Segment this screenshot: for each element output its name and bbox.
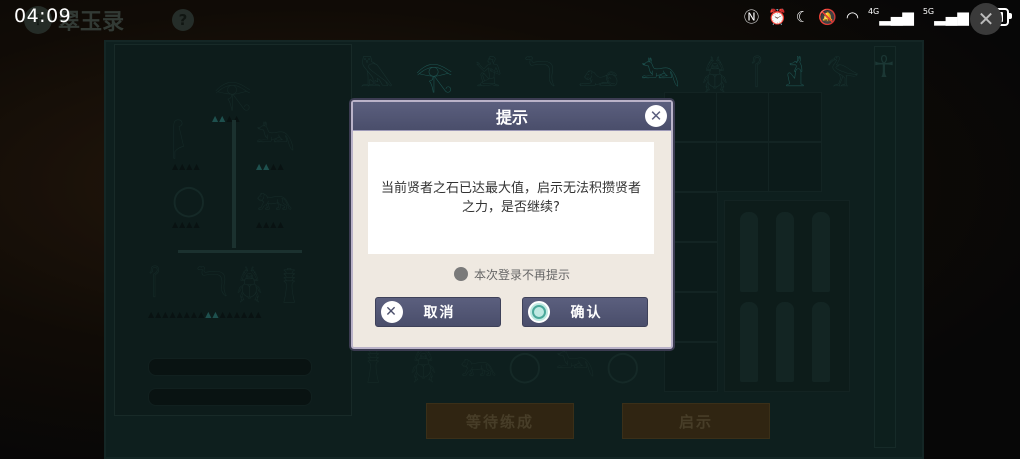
- confirm-button[interactable]: 确认: [522, 297, 648, 327]
- dialog-close-icon[interactable]: ✕: [645, 105, 667, 127]
- dialog-header: 提示: [353, 102, 671, 131]
- confirm-dialog: 提示 ✕ 当前贤者之石已达最大值，启示无法积攒贤者之力，是否继续? 本次登录不再…: [351, 100, 673, 349]
- close-icon[interactable]: ✕: [970, 3, 1002, 35]
- no-remind-option[interactable]: 本次登录不再提示: [353, 264, 671, 284]
- no-remind-label: 本次登录不再提示: [473, 267, 570, 282]
- clock: 04:09: [14, 5, 72, 27]
- alarm-icon: ⏰: [768, 7, 787, 26]
- nfc-icon: Ⓝ: [744, 8, 760, 26]
- no-remind-radio[interactable]: [453, 267, 468, 281]
- cancel-button[interactable]: ✕ 取消: [375, 297, 501, 327]
- signal-icon: 5G▂▄▆: [922, 6, 969, 26]
- dialog-message: 当前贤者之石已达最大值，启示无法积攒贤者之力，是否继续?: [380, 181, 641, 215]
- confirm-label: 确认: [570, 305, 603, 321]
- wifi-icon: ◠: [845, 7, 859, 26]
- moon-icon: ☾: [795, 7, 810, 26]
- signal-icon: 4G▂▄▆: [867, 6, 914, 26]
- status-icons: Ⓝ ⏰ ☾ 🔕 ◠ 4G▂▄▆ 5G▂▄▆: [744, 6, 1012, 27]
- status-bar: 04:09 Ⓝ ⏰ ☾ 🔕 ◠ 4G▂▄▆ 5G▂▄▆: [0, 0, 1020, 34]
- cancel-icon: ✕: [381, 301, 403, 323]
- mute-icon: 🔕: [818, 7, 837, 26]
- cancel-label: 取消: [423, 305, 456, 321]
- confirm-icon: [528, 301, 550, 323]
- dialog-title: 提示: [495, 108, 528, 127]
- message-box: 当前贤者之石已达最大值，启示无法积攒贤者之力，是否继续?: [368, 142, 654, 254]
